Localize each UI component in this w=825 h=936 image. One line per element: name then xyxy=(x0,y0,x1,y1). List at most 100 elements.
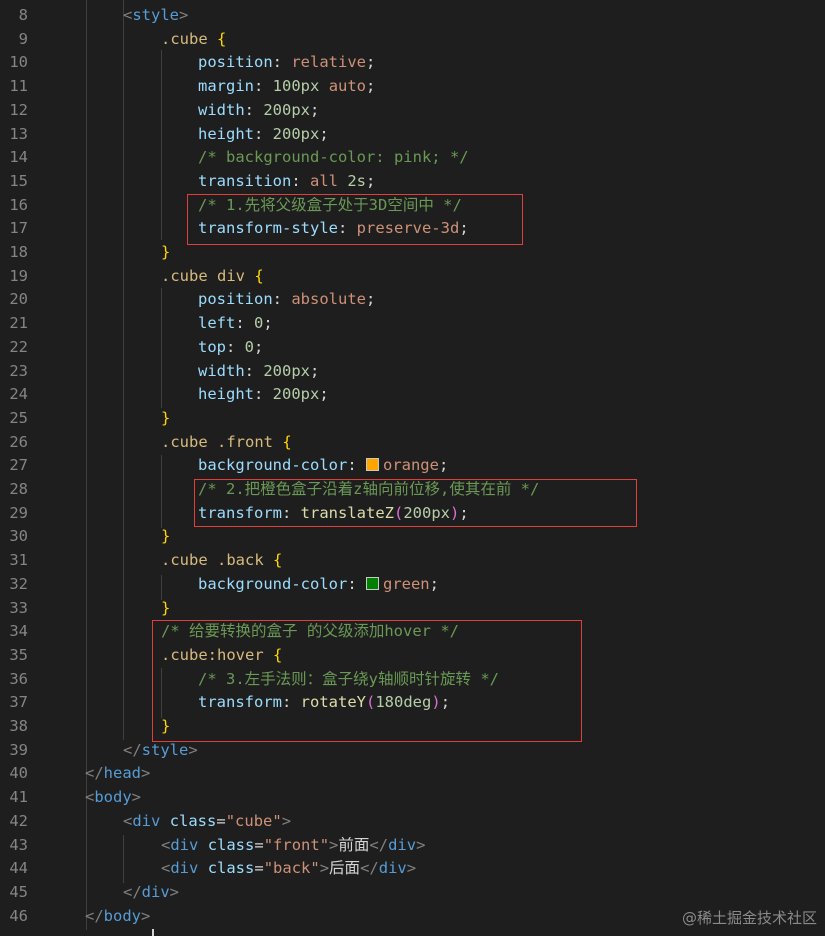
code-token: background-color xyxy=(198,456,348,475)
code-line[interactable]: 10 position: relative; xyxy=(0,51,825,75)
line-number: 27 xyxy=(9,456,28,475)
code-line[interactable]: 26 .cube .front { xyxy=(0,431,825,455)
line-code: <div class="back">后面</div> xyxy=(161,857,416,881)
code-token: > xyxy=(281,811,292,830)
code-token: ; xyxy=(438,456,449,475)
code-token: ; xyxy=(429,574,439,593)
code-token: margin xyxy=(198,77,254,96)
code-line[interactable]: 42 <div class="cube"> xyxy=(0,810,825,834)
line-code: } xyxy=(161,241,170,265)
code-token: 前面 xyxy=(338,835,370,854)
code-token: ; xyxy=(263,314,273,333)
code-line[interactable]: 40 </head> xyxy=(0,762,825,786)
code-token: 200px xyxy=(263,361,311,380)
line-number: 21 xyxy=(9,314,28,333)
code-token: .cube .front xyxy=(161,432,273,451)
line-number: 24 xyxy=(9,385,28,404)
line-code: <body> xyxy=(85,786,141,810)
code-line[interactable]: 31 .cube .back { xyxy=(0,549,825,573)
code-token: ; xyxy=(310,361,320,380)
code-line[interactable]: 15 transition: all 2s; xyxy=(0,170,825,194)
code-token: </ xyxy=(85,764,104,783)
code-token: : xyxy=(226,337,245,356)
highlight-box-transform-style xyxy=(187,194,523,245)
code-line[interactable]: 13 height: 200px; xyxy=(0,123,825,147)
code-line[interactable]: 44 <div class="back">后面</div> xyxy=(0,857,825,881)
code-line[interactable]: 12 width: 200px; xyxy=(0,99,825,123)
line-code: position: relative; xyxy=(198,51,375,75)
code-token: 200px xyxy=(272,385,320,404)
code-line[interactable]: 9 .cube { xyxy=(0,28,825,52)
code-line[interactable]: 45 </div> xyxy=(0,881,825,905)
code-token: ; xyxy=(366,171,376,190)
code-line[interactable]: 30} xyxy=(0,525,825,549)
code-token: orange xyxy=(382,456,439,475)
code-token: { xyxy=(254,266,264,285)
line-number: 46 xyxy=(9,906,28,925)
code-token: 0 xyxy=(254,314,264,333)
code-token: = xyxy=(254,835,264,854)
line-number: 40 xyxy=(9,764,28,783)
code-token: : xyxy=(347,574,366,593)
code-line[interactable]: 24 height: 200px; xyxy=(0,383,825,407)
code-token: </ xyxy=(123,740,142,759)
code-editor[interactable]: 8 <style> 9 .cube {10 position: relative; 11 m… xyxy=(0,0,825,936)
code-line[interactable]: 21 left: 0; xyxy=(0,312,825,336)
line-number: 28 xyxy=(9,480,28,498)
code-token: = xyxy=(216,811,226,830)
line-number: 8 xyxy=(18,6,28,24)
code-line[interactable]: 20 position: absolute; xyxy=(0,288,825,312)
code-token: absolute xyxy=(291,290,366,309)
code-line[interactable]: 33} xyxy=(0,597,825,621)
code-token: < xyxy=(85,788,95,807)
line-number: 26 xyxy=(9,432,28,451)
code-line[interactable]: 19 .cube div { xyxy=(0,265,825,289)
code-token: div xyxy=(141,882,170,901)
line-number: 12 xyxy=(9,100,28,119)
code-token: { xyxy=(273,551,283,570)
line-code: </div> xyxy=(123,881,179,905)
line-number: 43 xyxy=(9,835,28,854)
code-token: "front" xyxy=(263,835,330,854)
code-token: transition xyxy=(198,171,292,190)
code-token: /* background-color: pink; */ xyxy=(198,148,469,167)
line-code: } xyxy=(161,597,170,621)
code-line[interactable]: 43 <div class="front">前面</div> xyxy=(0,834,825,858)
code-token: height xyxy=(198,385,254,404)
line-code: .cube .back { xyxy=(161,549,282,573)
code-token: { xyxy=(282,432,292,451)
code-token: </ xyxy=(85,906,104,925)
code-line[interactable]: 8 <style> xyxy=(0,4,825,28)
code-token: : xyxy=(254,77,273,96)
code-line[interactable]: 41 <body> xyxy=(0,786,825,810)
line-code: } xyxy=(161,407,170,431)
code-line[interactable]: 22 top: 0; xyxy=(0,336,825,360)
code-token: 2s xyxy=(347,171,367,190)
code-token: 200px xyxy=(272,124,320,143)
code-token: } xyxy=(161,527,171,546)
line-number: 20 xyxy=(9,290,28,309)
line-number: 10 xyxy=(9,53,28,72)
code-token: < xyxy=(161,859,171,878)
code-line[interactable]: 27 background-color: orange; xyxy=(0,454,825,478)
code-line[interactable]: 14 /* background-color: pink; */ xyxy=(0,146,825,170)
code-token: < xyxy=(123,6,133,24)
code-token: } xyxy=(161,408,171,427)
line-code: top: 0; xyxy=(198,336,263,360)
line-number: 35 xyxy=(9,645,28,664)
code-line[interactable]: 25} xyxy=(0,407,825,431)
code-line[interactable]: 39 </style> xyxy=(0,739,825,763)
code-token: { xyxy=(217,29,227,48)
code-token: ; xyxy=(319,385,329,404)
code-line[interactable]: 32 background-color: green; xyxy=(0,573,825,597)
code-token: } xyxy=(161,598,171,617)
code-line[interactable]: 23 width: 200px; xyxy=(0,360,825,384)
code-token: 100px xyxy=(272,77,320,96)
code-line[interactable]: 11 margin: 100px auto; xyxy=(0,75,825,99)
line-code: </body> xyxy=(85,905,150,929)
